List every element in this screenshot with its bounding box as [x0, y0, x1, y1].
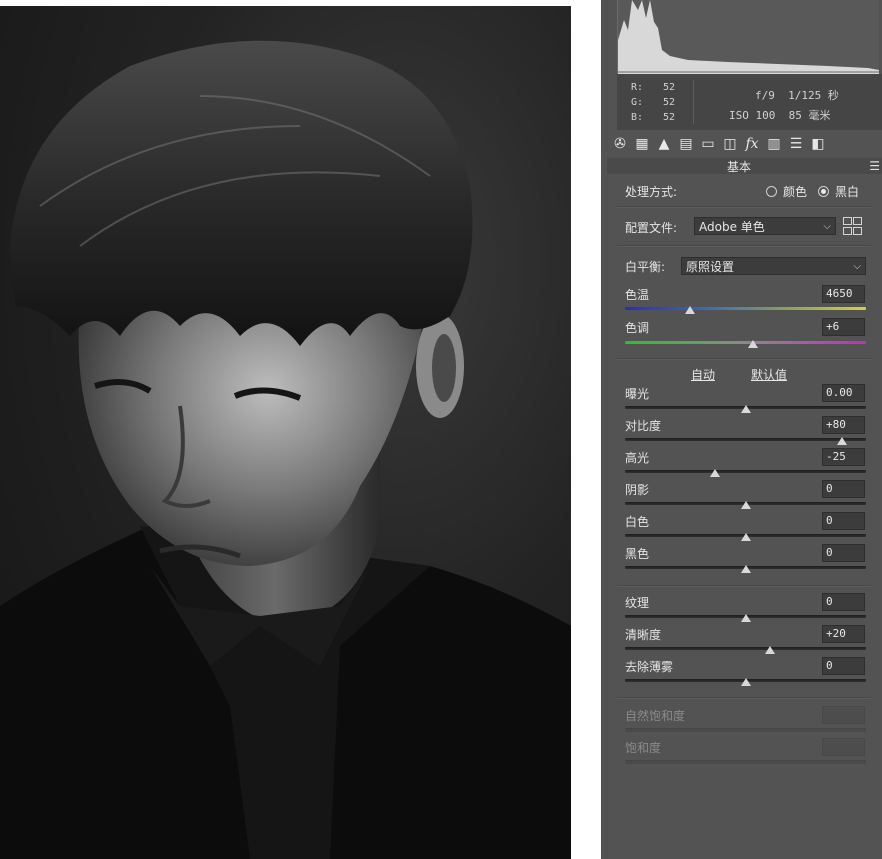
divider [617, 697, 871, 699]
clarity-thumb[interactable] [764, 646, 775, 654]
saturation-track [625, 760, 866, 764]
vibrance-label: 自然饱和度 [625, 709, 686, 723]
readout-divider [693, 80, 694, 124]
r-value: 52 [663, 82, 676, 93]
whites-value[interactable]: 0 [822, 512, 865, 530]
exposure-label: 曝光 [625, 387, 650, 401]
contrast-label: 对比度 [625, 419, 662, 433]
radio-color[interactable] [766, 186, 777, 197]
film-icon[interactable]: ▥ [765, 135, 783, 153]
grid-icon[interactable]: ▦ [633, 135, 651, 153]
dehaze-thumb[interactable] [740, 678, 751, 686]
treatment-label: 处理方式: [625, 185, 678, 199]
contrast-thumb[interactable] [836, 437, 847, 445]
vibrance-track [625, 728, 866, 732]
b-readout: B: 52 [631, 112, 691, 126]
section-title: 基本 [727, 160, 752, 174]
shadows-value[interactable]: 0 [822, 480, 865, 498]
divider [617, 206, 871, 208]
contrast-value[interactable]: +80 [822, 416, 865, 434]
profile-value: Adobe 单色 [699, 220, 765, 234]
exif-iso-focal: ISO 100 85 毫米 [729, 109, 831, 122]
radio-bw-label: 黑白 [835, 185, 860, 199]
photo-preview [0, 6, 571, 859]
highlights-thumb[interactable] [710, 469, 721, 477]
texture-label: 纹理 [625, 596, 650, 610]
tint-label: 色调 [625, 321, 650, 335]
shadows-label: 阴影 [625, 483, 650, 497]
clarity-value[interactable]: +20 [822, 625, 865, 643]
chevron-down-icon: ⌵ [823, 221, 831, 232]
tint-thumb[interactable] [747, 340, 758, 348]
temp-thumb[interactable] [685, 306, 696, 314]
camera-raw-panel: R: 52 G: 52 B: 52 f/9 1/125 秒 ISO 100 85… [601, 0, 882, 859]
g-value: 52 [663, 97, 676, 108]
divider [617, 358, 871, 360]
histogram-graph [618, 0, 879, 74]
fx-icon[interactable]: fx [743, 135, 761, 153]
sliders-icon[interactable]: ☰ [787, 135, 805, 153]
clarity-label: 清晰度 [625, 628, 662, 642]
vibrance-value [822, 706, 865, 724]
shadows-thumb[interactable] [740, 501, 751, 509]
default-button[interactable]: 默认值 [751, 366, 787, 383]
aperture-icon[interactable]: ✇ [611, 135, 629, 153]
saturation-label: 饱和度 [625, 741, 662, 755]
b-label: B: [631, 112, 644, 123]
blacks-label: 黑色 [625, 547, 650, 561]
mountain-icon[interactable]: ▲ [655, 135, 673, 153]
wb-label: 白平衡: [625, 260, 666, 274]
saturation-value [822, 738, 865, 756]
profile-dropdown[interactable]: Adobe 单色 ⌵ [694, 217, 836, 235]
divider [617, 245, 871, 247]
highlights-value[interactable]: -25 [822, 448, 865, 466]
temp-label: 色温 [625, 288, 650, 302]
split-tone-icon[interactable]: ▤ [677, 135, 695, 153]
presets-icon[interactable]: ◧ [809, 135, 827, 153]
histogram [617, 0, 879, 74]
tint-track[interactable] [625, 341, 866, 344]
wb-dropdown[interactable]: 原照设置 ⌵ [681, 257, 866, 275]
whites-label: 白色 [625, 515, 650, 529]
r-readout: R: 52 [631, 82, 691, 96]
pixel-readout: R: 52 G: 52 B: 52 f/9 1/125 秒 ISO 100 85… [617, 74, 882, 130]
texture-value[interactable]: 0 [822, 593, 865, 611]
radio-bw[interactable] [818, 186, 829, 197]
highlights-track[interactable] [625, 470, 866, 473]
temp-track[interactable] [625, 307, 866, 310]
panel-gap [571, 0, 601, 859]
exif-aperture-shutter: f/9 1/125 秒 [755, 89, 839, 102]
dehaze-label: 去除薄雾 [625, 660, 674, 674]
section-header: 基本 ☰ [607, 158, 882, 174]
r-label: R: [631, 82, 644, 93]
profile-label: 配置文件: [625, 221, 678, 235]
tint-value[interactable]: +6 [822, 318, 865, 336]
blacks-thumb[interactable] [740, 565, 751, 573]
contrast-track[interactable] [625, 438, 866, 441]
profile-browser-icon[interactable] [843, 217, 863, 235]
wb-value: 原照设置 [686, 260, 735, 274]
chevron-down-icon: ⌵ [853, 261, 861, 272]
g-readout: G: 52 [631, 97, 691, 111]
b-value: 52 [663, 112, 676, 123]
portrait-image [0, 40, 571, 859]
exposure-thumb[interactable] [740, 405, 751, 413]
lens-icon[interactable]: ◫ [721, 135, 739, 153]
clarity-track[interactable] [625, 647, 866, 650]
auto-button[interactable]: 自动 [691, 366, 715, 383]
detail-icon[interactable]: ▭ [699, 135, 717, 153]
radio-color-label: 颜色 [783, 185, 808, 199]
whites-thumb[interactable] [740, 533, 751, 541]
temp-value[interactable]: 4650 [822, 285, 865, 303]
g-label: G: [631, 97, 644, 108]
dehaze-value[interactable]: 0 [822, 657, 865, 675]
menu-icon[interactable]: ☰ [869, 159, 880, 173]
texture-thumb[interactable] [740, 614, 751, 622]
exposure-value[interactable]: 0.00 [822, 384, 865, 402]
panel-tabs: ✇ ▦ ▲ ▤ ▭ ◫ fx ▥ ☰ ◧ [609, 133, 879, 155]
blacks-value[interactable]: 0 [822, 544, 865, 562]
highlights-label: 高光 [625, 451, 650, 465]
divider [617, 585, 871, 587]
